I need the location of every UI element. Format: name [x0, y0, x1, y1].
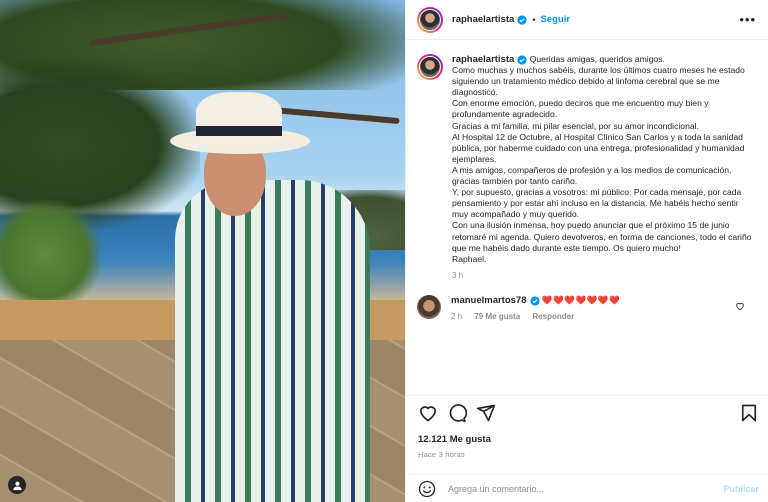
- emoji-icon[interactable]: [418, 480, 436, 498]
- save-icon[interactable]: [739, 403, 759, 423]
- avatar[interactable]: [417, 6, 443, 33]
- user-tag-icon[interactable]: [8, 476, 26, 494]
- comment-meta: 2 h 79 Me gusta Responder: [451, 311, 620, 322]
- publish-button[interactable]: Publicar: [723, 484, 759, 494]
- comment-input[interactable]: [448, 483, 724, 494]
- header-username[interactable]: raphaelartista: [452, 14, 514, 25]
- comments-area[interactable]: raphaelartista Queridas amigas, queridos…: [406, 40, 768, 393]
- heart-icon[interactable]: [418, 403, 438, 423]
- photo-bush: [0, 200, 100, 310]
- avatar[interactable]: [417, 54, 443, 80]
- follow-button[interactable]: Seguir: [540, 14, 570, 25]
- likes-count[interactable]: 12.121 Me gusta: [418, 434, 491, 445]
- photo-hat-band: [196, 126, 282, 136]
- avatar[interactable]: [417, 294, 441, 319]
- more-icon[interactable]: •••: [739, 12, 756, 27]
- caption-time[interactable]: 3 h: [452, 270, 752, 281]
- comment-composer: Publicar: [406, 474, 768, 502]
- photo-person-shirt: [175, 180, 370, 502]
- comment-time[interactable]: 2 h: [451, 312, 462, 321]
- caption-username[interactable]: raphaelartista: [452, 54, 514, 65]
- comment-likes[interactable]: 79 Me gusta: [474, 312, 520, 321]
- reply-button[interactable]: Responder: [532, 312, 574, 321]
- caption-text: Queridas amigas, queridos amigos. Como m…: [452, 54, 752, 264]
- comment-icon[interactable]: [447, 403, 467, 423]
- post-side-panel: raphaelartista • Seguir ••• raphaelartis…: [405, 0, 768, 502]
- post-header: raphaelartista • Seguir •••: [406, 0, 768, 40]
- separator-dot: •: [532, 14, 536, 25]
- post-photo[interactable]: [0, 0, 405, 502]
- caption-row: raphaelartista Queridas amigas, queridos…: [417, 54, 755, 281]
- comment-text: ❤️❤️❤️❤️❤️❤️❤️: [541, 294, 621, 305]
- share-icon[interactable]: [476, 403, 496, 423]
- heart-icon[interactable]: [735, 301, 745, 311]
- action-bar: [406, 395, 768, 429]
- verified-icon: [517, 55, 527, 65]
- comment-item: manuelmartos78 ❤️❤️❤️❤️❤️❤️❤️ 2 h 79 Me …: [417, 294, 755, 322]
- comment-body: manuelmartos78 ❤️❤️❤️❤️❤️❤️❤️ 2 h 79 Me …: [451, 295, 620, 322]
- comment-username[interactable]: manuelmartos78: [451, 295, 527, 306]
- verified-icon: [517, 14, 527, 25]
- caption: raphaelartista Queridas amigas, queridos…: [452, 54, 752, 281]
- post-timestamp[interactable]: Hace 3 horas: [418, 450, 465, 459]
- verified-icon: [529, 296, 540, 306]
